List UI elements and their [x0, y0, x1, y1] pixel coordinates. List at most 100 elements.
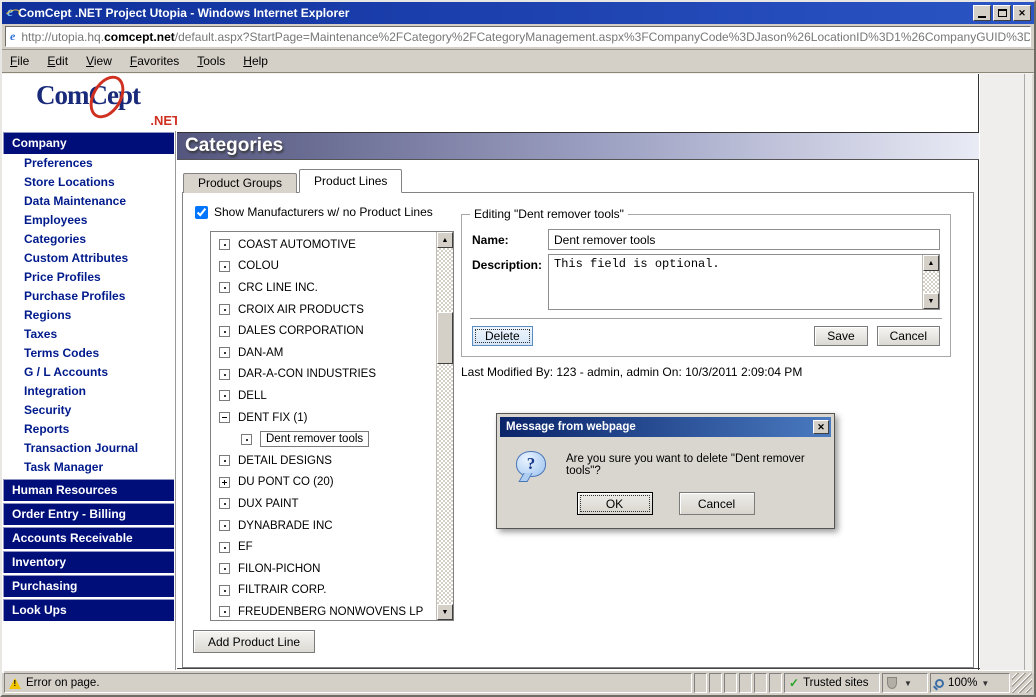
chevron-down-icon[interactable]: ▼: [981, 679, 989, 688]
sidebar-item-preferences[interactable]: Preferences: [2, 154, 175, 173]
scroll-down-icon[interactable]: ▼: [437, 604, 453, 620]
maximize-button[interactable]: [993, 5, 1011, 21]
tree-node-filon-pichon[interactable]: FILON-PICHON: [211, 558, 437, 580]
sidebar-item-look-ups[interactable]: Look Ups: [3, 599, 174, 621]
zoom-pane[interactable]: 100% ▼: [930, 673, 1010, 693]
scroll-up-icon[interactable]: ▲: [437, 232, 453, 248]
sidebar: CompanyPreferencesStore LocationsData Ma…: [2, 131, 176, 673]
node-box-icon[interactable]: [219, 455, 230, 466]
node-box-icon[interactable]: [219, 390, 230, 401]
protected-mode-pane[interactable]: ▼: [882, 673, 928, 693]
tree-node-dell[interactable]: DELL: [211, 385, 437, 407]
node-box-icon[interactable]: [219, 261, 230, 272]
node-box-icon[interactable]: [219, 585, 230, 596]
sidebar-item-taxes[interactable]: Taxes: [2, 325, 175, 344]
tree-node-filtrair-corp[interactable]: FILTRAIR CORP.: [211, 580, 437, 602]
tree-node-ef[interactable]: EF: [211, 536, 437, 558]
node-box-icon[interactable]: [219, 326, 230, 337]
sidebar-item-terms-codes[interactable]: Terms Codes: [2, 344, 175, 363]
scroll-up-icon[interactable]: ▲: [923, 255, 939, 271]
dialog-close-icon[interactable]: ✕: [813, 420, 829, 434]
sidebar-item-categories[interactable]: Categories: [2, 230, 175, 249]
sidebar-item-task-manager[interactable]: Task Manager: [2, 458, 175, 477]
sidebar-item-data-maintenance[interactable]: Data Maintenance: [2, 192, 175, 211]
dialog-title-bar: Message from webpage ✕: [500, 417, 831, 437]
tree-node-dux-paint[interactable]: DUX PAINT: [211, 493, 437, 515]
minimize-button[interactable]: [973, 5, 991, 21]
sidebar-item-human-resources[interactable]: Human Resources: [3, 479, 174, 501]
chevron-down-icon[interactable]: ▼: [904, 679, 912, 688]
tree-node-crc-line-inc[interactable]: CRC LINE INC.: [211, 277, 437, 299]
menu-edit[interactable]: Edit: [47, 54, 68, 68]
menu-view[interactable]: View: [86, 54, 112, 68]
sidebar-item-employees[interactable]: Employees: [2, 211, 175, 230]
tree-node-label: DAR-A-CON INDUSTRIES: [238, 368, 376, 380]
node-box-icon[interactable]: [219, 369, 230, 380]
sidebar-item-order-entry-billing[interactable]: Order Entry - Billing: [3, 503, 174, 525]
tree-node-dar-a-con-industries[interactable]: DAR-A-CON INDUSTRIES: [211, 364, 437, 386]
cancel-button[interactable]: Cancel: [877, 326, 940, 346]
tree-node-colou[interactable]: COLOU: [211, 256, 437, 278]
menu-file[interactable]: File: [10, 54, 29, 68]
node-box-icon[interactable]: [219, 282, 230, 293]
sidebar-item-transaction-journal[interactable]: Transaction Journal: [2, 439, 175, 458]
sidebar-item-store-locations[interactable]: Store Locations: [2, 173, 175, 192]
tree-node-dynabrade-inc[interactable]: DYNABRADE INC: [211, 515, 437, 537]
node-box-icon[interactable]: [219, 606, 230, 617]
node-box-icon[interactable]: [219, 304, 230, 315]
menu-favorites[interactable]: Favorites: [130, 54, 179, 68]
menu-help[interactable]: Help: [243, 54, 268, 68]
sidebar-item-accounts-receivable[interactable]: Accounts Receivable: [3, 527, 174, 549]
tab-product-groups[interactable]: Product Groups: [183, 173, 297, 193]
name-field[interactable]: [548, 229, 940, 250]
tree-node-detail-designs[interactable]: DETAIL DESIGNS: [211, 450, 437, 472]
node-box-icon[interactable]: [219, 542, 230, 553]
status-empty-pane: [739, 673, 752, 693]
tree-node-dales-corporation[interactable]: DALES CORPORATION: [211, 320, 437, 342]
sidebar-item-reports[interactable]: Reports: [2, 420, 175, 439]
add-product-line-button[interactable]: Add Product Line: [193, 630, 315, 653]
sidebar-item-security[interactable]: Security: [2, 401, 175, 420]
dialog-cancel-button[interactable]: Cancel: [679, 492, 755, 515]
tree-node-coast-automotive[interactable]: COAST AUTOMOTIVE: [211, 234, 437, 256]
show-manufacturers-checkbox[interactable]: [195, 206, 208, 219]
sidebar-item-integration[interactable]: Integration: [2, 382, 175, 401]
dialog-ok-button[interactable]: OK: [577, 492, 653, 515]
page-scrollbar[interactable]: [1024, 74, 1034, 673]
node-box-icon[interactable]: [241, 434, 252, 445]
sidebar-item-g-l-accounts[interactable]: G / L Accounts: [2, 363, 175, 382]
node-box-icon[interactable]: [219, 239, 230, 250]
sidebar-item-purchasing[interactable]: Purchasing: [3, 575, 174, 597]
tab-product-lines[interactable]: Product Lines: [299, 169, 402, 193]
menu-tools[interactable]: Tools: [197, 54, 225, 68]
sidebar-item-inventory[interactable]: Inventory: [3, 551, 174, 573]
collapse-box-icon[interactable]: [219, 412, 230, 423]
sidebar-item-custom-attributes[interactable]: Custom Attributes: [2, 249, 175, 268]
resize-grip[interactable]: [1012, 673, 1032, 693]
sidebar-item-price-profiles[interactable]: Price Profiles: [2, 268, 175, 287]
sidebar-item-purchase-profiles[interactable]: Purchase Profiles: [2, 287, 175, 306]
expand-box-icon[interactable]: [219, 477, 230, 488]
tree-node-du-pont-co-20[interactable]: DU PONT CO (20): [211, 472, 437, 494]
close-button[interactable]: ✕: [1013, 5, 1031, 21]
tree-node-dent-remover-tools[interactable]: Dent remover tools: [211, 428, 437, 450]
node-box-icon[interactable]: [219, 520, 230, 531]
tree-node-freudenberg-nonwovens-lp[interactable]: FREUDENBERG NONWOVENS LP: [211, 601, 437, 621]
node-box-icon[interactable]: [219, 347, 230, 358]
tree-scrollbar[interactable]: ▲ ▼: [436, 232, 453, 620]
sidebar-item-regions[interactable]: Regions: [2, 306, 175, 325]
save-button[interactable]: Save: [814, 326, 867, 346]
description-scrollbar[interactable]: ▲ ▼: [922, 255, 939, 309]
scroll-down-icon[interactable]: ▼: [923, 293, 939, 309]
tree-node-croix-air-products[interactable]: CROIX AIR PRODUCTS: [211, 299, 437, 321]
tree-node-dan-am[interactable]: DAN-AM: [211, 342, 437, 364]
tree-node-dent-fix-1[interactable]: DENT FIX (1): [211, 407, 437, 429]
description-textarea[interactable]: This field is optional. ▲ ▼: [548, 254, 940, 310]
scroll-thumb[interactable]: [437, 312, 453, 364]
url-input[interactable]: e http://utopia.hq.comcept.net/default.a…: [5, 26, 1031, 47]
sidebar-item-company[interactable]: Company: [3, 132, 174, 154]
delete-button[interactable]: Delete: [472, 326, 533, 346]
page-viewport: ComCept .NET 1 Location: 1 - Comcept Ent…: [2, 73, 1034, 673]
node-box-icon[interactable]: [219, 563, 230, 574]
node-box-icon[interactable]: [219, 498, 230, 509]
